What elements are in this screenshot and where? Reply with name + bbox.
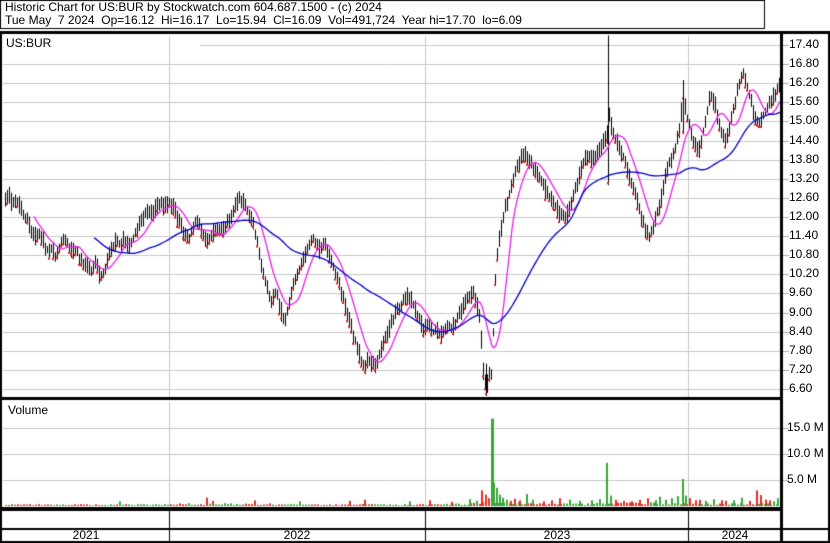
price-axis-label: 16.20	[789, 75, 820, 89]
symbol-label: US:BUR	[4, 36, 56, 51]
price-axis-label: 14.40	[789, 133, 820, 147]
x-axis-year-label: 2022	[283, 528, 311, 542]
price-axis-label: 13.20	[789, 171, 820, 185]
price-axis-label: 15.00	[789, 113, 820, 127]
volume-axis-label: 10.0 M	[787, 446, 824, 460]
x-axis-year-label: 2023	[543, 528, 571, 542]
volume-axis-label: 15.0 M	[787, 420, 824, 434]
price-axis-label: 13.80	[789, 152, 820, 166]
price-axis-label: 15.60	[789, 94, 820, 108]
x-axis-year-label: 2024	[721, 528, 749, 542]
price-axis-label: 10.80	[789, 247, 820, 261]
price-axis-label: 9.00	[789, 305, 813, 319]
price-axis-label: 11.40	[789, 228, 819, 242]
price-axis-label: 7.80	[789, 343, 813, 357]
price-axis-label: 6.60	[789, 381, 813, 395]
price-axis-label: 17.40	[789, 37, 820, 51]
volume-panel-label: Volume	[6, 403, 53, 418]
price-axis-label: 16.80	[789, 56, 820, 70]
price-volume-chart-canvas	[0, 0, 830, 543]
volume-axis-label: 5.0 M	[787, 472, 818, 486]
price-axis-label: 12.00	[789, 209, 820, 223]
price-axis-label: 12.60	[789, 190, 820, 204]
quote-summary-line: Tue May 7 2024 Op=16.12 Hi=16.17 Lo=15.9…	[5, 13, 522, 27]
price-axis-label: 8.40	[789, 324, 813, 338]
x-axis-year-label: 2021	[72, 528, 100, 542]
price-axis-label: 7.20	[789, 362, 813, 376]
stock-chart-window: Historic Chart for US:BUR by Stockwatch.…	[0, 0, 830, 543]
price-axis-label: 10.20	[789, 266, 820, 280]
price-axis-label: 9.60	[789, 285, 813, 299]
